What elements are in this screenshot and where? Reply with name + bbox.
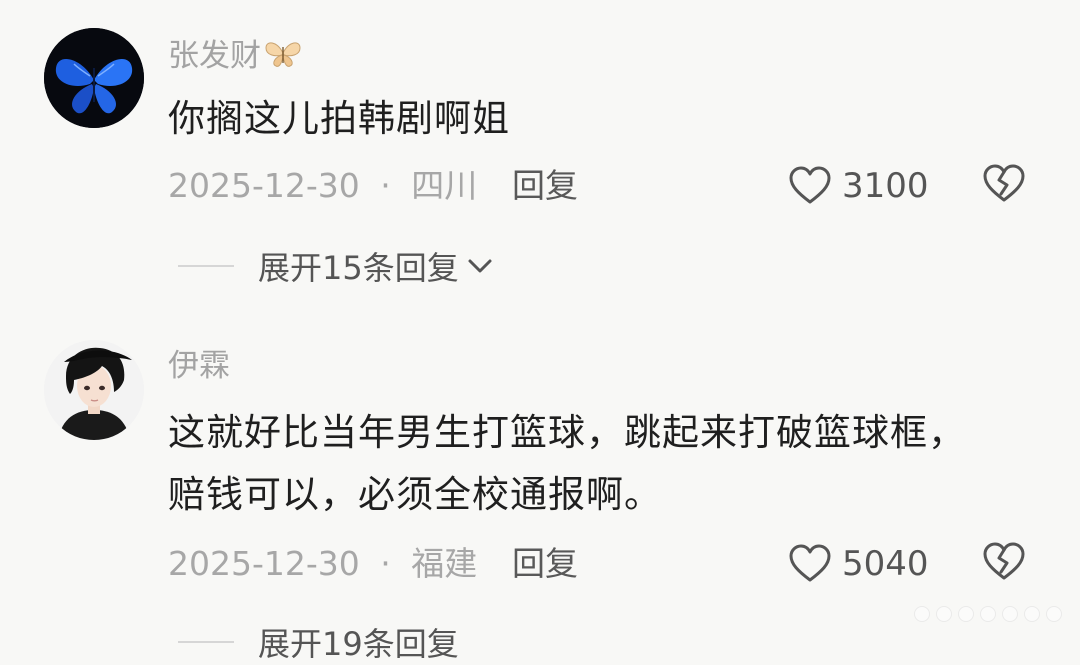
avatar[interactable] bbox=[44, 340, 144, 440]
like-button[interactable]: 5040 bbox=[788, 542, 929, 586]
meta-separator: · bbox=[380, 544, 391, 583]
dislike-button[interactable] bbox=[982, 542, 1026, 586]
watermark-dot bbox=[980, 606, 996, 622]
comment-meta: 2025-12-30 · 福建 bbox=[168, 544, 477, 584]
anime-boy-avatar-icon bbox=[44, 340, 144, 440]
comment-location: 福建 bbox=[411, 544, 478, 583]
username[interactable]: 伊霖 bbox=[168, 346, 230, 386]
like-count: 5040 bbox=[842, 544, 929, 584]
expand-replies-button[interactable]: 展开19条回复 bbox=[178, 620, 459, 664]
comment-line: 这就好比当年男生打篮球，跳起来打破篮球框， bbox=[168, 411, 966, 454]
watermark bbox=[902, 602, 1062, 626]
comment-date: 2025-12-30 bbox=[168, 544, 360, 583]
watermark-dot bbox=[936, 606, 952, 622]
comment-line: 赔钱可以，必须全校通报啊。 bbox=[168, 473, 662, 516]
watermark-dot bbox=[914, 606, 930, 622]
comment-text[interactable]: 这就好比当年男生打篮球，跳起来打破篮球框， 赔钱可以，必须全校通报啊。 bbox=[168, 402, 966, 526]
broken-heart-icon bbox=[983, 542, 1025, 580]
comment-item: 伊霖 这就好比当年男生打篮球，跳起来打破篮球框， 赔钱可以，必须全校通报啊。 2… bbox=[0, 0, 1080, 663]
expand-replies-label: 展开19条回复 bbox=[258, 625, 459, 663]
watermark-dot bbox=[1024, 606, 1040, 622]
username-text: 伊霖 bbox=[168, 348, 230, 384]
heart-icon bbox=[789, 544, 831, 582]
watermark-dot bbox=[1002, 606, 1018, 622]
watermark-dot bbox=[1046, 606, 1062, 622]
reply-button[interactable]: 回复 bbox=[512, 544, 578, 584]
divider-line bbox=[178, 641, 234, 643]
watermark-dot bbox=[958, 606, 974, 622]
